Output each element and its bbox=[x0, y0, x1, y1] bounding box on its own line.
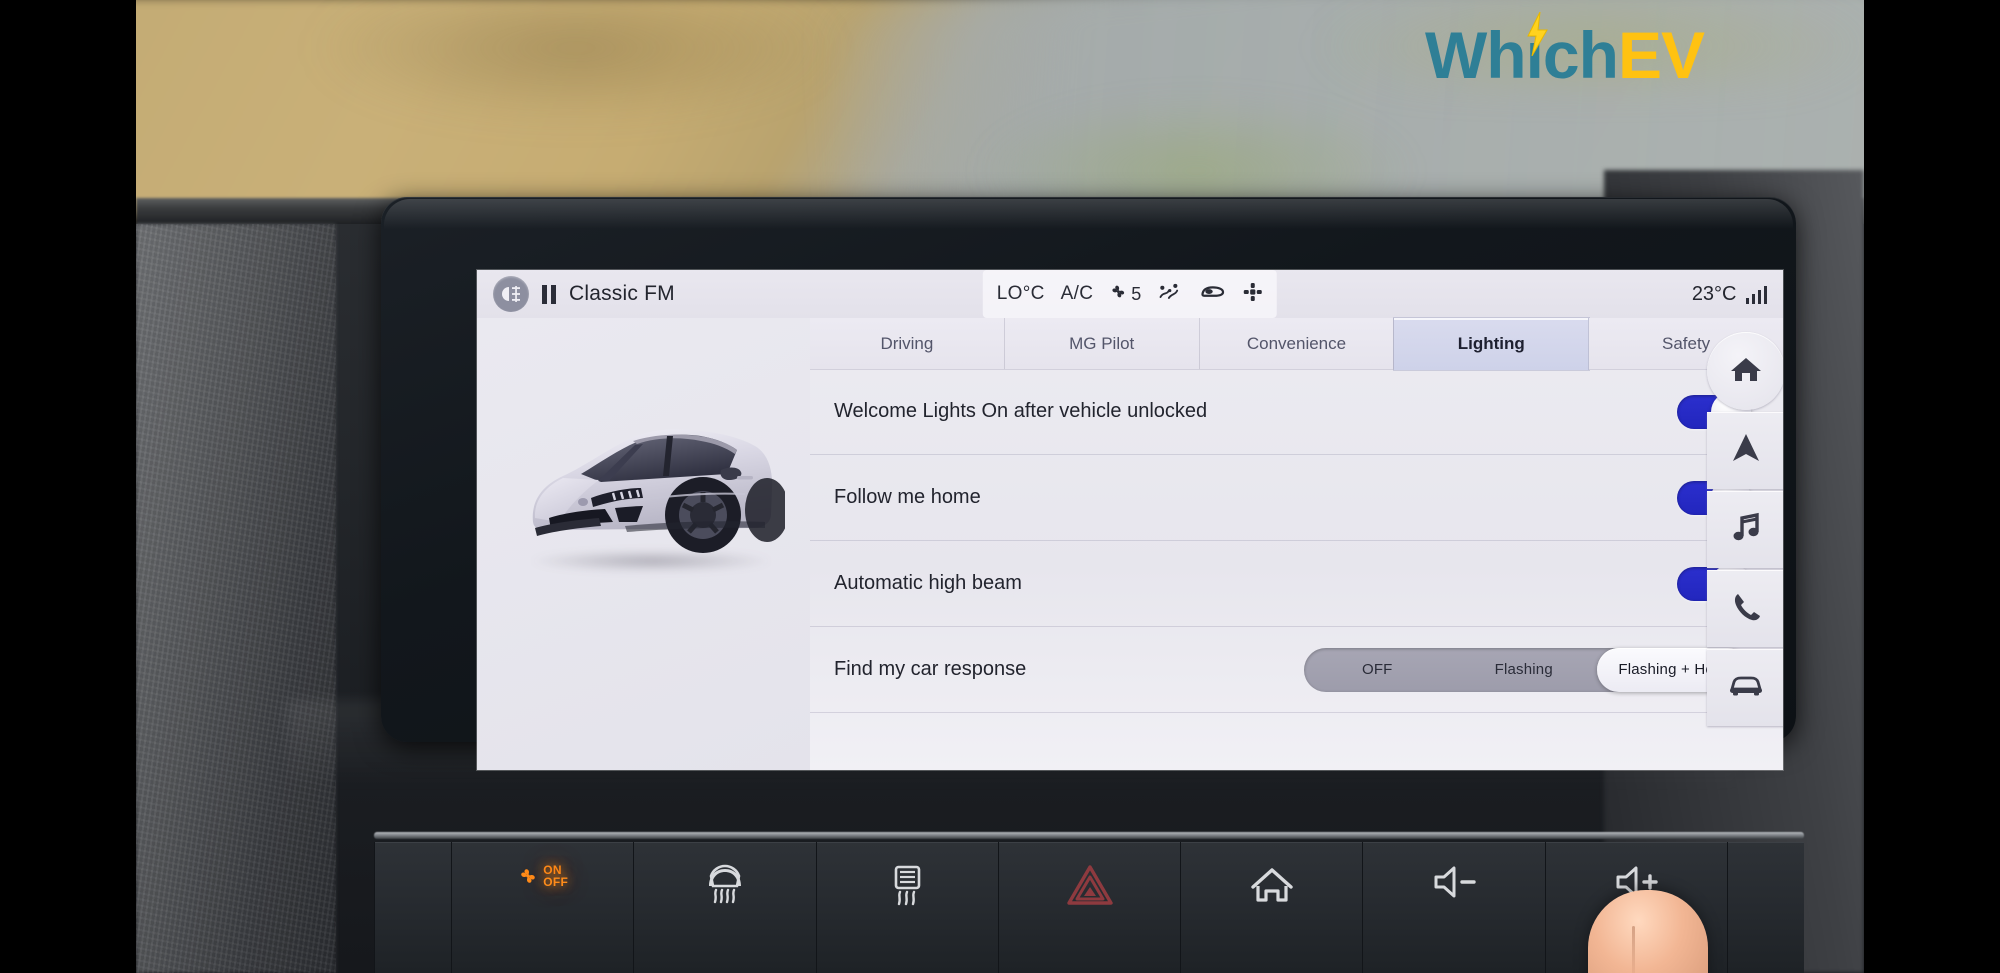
bezel-chrome-strip bbox=[374, 832, 1804, 839]
volume-down-button[interactable] bbox=[1363, 842, 1546, 973]
settings-content: Driving MG Pilot Convenience Lighting Sa bbox=[477, 318, 1783, 770]
vehicle-image-pane bbox=[477, 318, 810, 770]
side-icon-rail bbox=[1703, 332, 1783, 726]
tab-driving[interactable]: Driving bbox=[810, 318, 1005, 370]
segment-off[interactable]: OFF bbox=[1304, 648, 1451, 692]
logo-text-ev: EV bbox=[1617, 18, 1705, 92]
dashboard-texture bbox=[136, 224, 336, 973]
tab-mg-pilot[interactable]: MG Pilot bbox=[1004, 318, 1200, 370]
fan-label-off: OFF bbox=[543, 875, 569, 889]
setting-label: Automatic high beam bbox=[834, 571, 1022, 594]
lightning-bolt-icon bbox=[1527, 12, 1548, 56]
navigation-arrow-icon bbox=[1731, 431, 1761, 470]
tab-label: Convenience bbox=[1246, 333, 1347, 353]
fan-icon bbox=[1109, 282, 1128, 306]
rail-media-button[interactable] bbox=[1707, 491, 1783, 568]
rear-defrost-button[interactable] bbox=[816, 842, 999, 973]
tab-label: Driving bbox=[880, 333, 934, 353]
tab-label: MG Pilot bbox=[1069, 333, 1135, 353]
segment-flashing[interactable]: Flashing bbox=[1451, 648, 1598, 692]
rail-vehicle-button[interactable] bbox=[1707, 649, 1783, 726]
setting-row-follow-me-home[interactable]: Follow me home bbox=[810, 455, 1783, 541]
headlight-radio-icon bbox=[493, 276, 529, 312]
airflow-windscreen-icon[interactable] bbox=[1199, 283, 1227, 306]
settings-pane: Driving MG Pilot Convenience Lighting Sa bbox=[810, 318, 1783, 770]
front-defrost-button[interactable] bbox=[634, 842, 817, 973]
phone-icon bbox=[1731, 591, 1761, 627]
setting-row-welcome-lights[interactable]: Welcome Lights On after vehicle unlocked bbox=[810, 370, 1783, 455]
status-bar: Classic FM LO°C A/C 5 23°C bbox=[477, 270, 1783, 318]
screenshot-stage: Classic FM LO°C A/C 5 23°C Driving MG Pi… bbox=[0, 0, 2000, 973]
fan-on-off-button[interactable]: ON OFF bbox=[452, 842, 635, 973]
airflow-all-icon[interactable] bbox=[1243, 282, 1263, 307]
airflow-face-icon[interactable] bbox=[1157, 282, 1183, 306]
car-icon bbox=[1728, 672, 1764, 703]
settings-list: Welcome Lights On after vehicle unlocked… bbox=[810, 370, 1783, 770]
logo-text-which: Which bbox=[1424, 18, 1619, 92]
setting-row-automatic-high-beam[interactable]: Automatic high beam bbox=[810, 541, 1783, 627]
hazard-triangle-icon bbox=[1066, 864, 1113, 911]
tab-convenience[interactable]: Convenience bbox=[1199, 318, 1395, 370]
signal-bars-icon bbox=[1745, 284, 1767, 304]
home-button[interactable] bbox=[1181, 842, 1364, 973]
setting-label: Follow me home bbox=[834, 485, 981, 508]
car-interior-scene: Classic FM LO°C A/C 5 23°C Driving MG Pi… bbox=[136, 0, 1864, 973]
settings-tabs: Driving MG Pilot Convenience Lighting Sa bbox=[810, 318, 1783, 370]
letterbox-right bbox=[1864, 0, 2000, 973]
find-my-car-segmented-control[interactable]: OFF Flashing Flashing + Horn bbox=[1304, 647, 1749, 692]
rail-home-button[interactable] bbox=[1707, 332, 1783, 410]
home-icon bbox=[1729, 354, 1763, 389]
physical-button-blank-right bbox=[1727, 842, 1804, 973]
volume-minus-icon bbox=[1430, 864, 1478, 905]
rear-defrost-icon bbox=[887, 864, 927, 913]
fan-speed-value: 5 bbox=[1131, 283, 1142, 304]
tab-lighting[interactable]: Lighting bbox=[1394, 318, 1590, 370]
pause-icon[interactable] bbox=[542, 284, 556, 304]
now-playing-title: Classic FM bbox=[569, 282, 675, 305]
setting-row-find-my-car-response[interactable]: Find my car response OFF Flashing Flashi… bbox=[810, 627, 1783, 713]
status-bar-right: 23°C bbox=[1692, 270, 1767, 318]
front-defrost-icon bbox=[702, 864, 748, 913]
rail-phone-button[interactable] bbox=[1707, 570, 1783, 647]
hvac-status-group[interactable]: LO°C A/C 5 bbox=[982, 270, 1278, 318]
fan-speed-group[interactable]: 5 bbox=[1109, 282, 1141, 306]
letterbox-left bbox=[0, 0, 136, 973]
setting-label: Find my car response bbox=[834, 657, 1027, 680]
mg4-hatchback-render bbox=[532, 429, 785, 553]
rail-navigation-button[interactable] bbox=[1707, 412, 1783, 489]
now-playing-area[interactable]: Classic FM bbox=[477, 276, 675, 312]
fan-on-off-icon: ON OFF bbox=[517, 864, 568, 888]
hvac-mode: A/C bbox=[1060, 283, 1094, 304]
hazard-lights-button[interactable] bbox=[998, 842, 1182, 973]
hvac-temp: LO°C bbox=[996, 283, 1045, 304]
home-icon bbox=[1249, 864, 1295, 911]
whichev-logo: WhichEV bbox=[1425, 12, 1705, 88]
setting-label: Welcome Lights On after vehicle unlocked bbox=[834, 400, 1208, 423]
outside-temperature: 23°C bbox=[1691, 282, 1737, 305]
field-dark-patch bbox=[316, 0, 836, 120]
tab-label: Lighting bbox=[1457, 334, 1525, 353]
physical-button-blank bbox=[374, 842, 453, 973]
infotainment-screen: Classic FM LO°C A/C 5 23°C Driving MG Pi… bbox=[477, 270, 1783, 770]
music-note-icon bbox=[1730, 511, 1762, 548]
